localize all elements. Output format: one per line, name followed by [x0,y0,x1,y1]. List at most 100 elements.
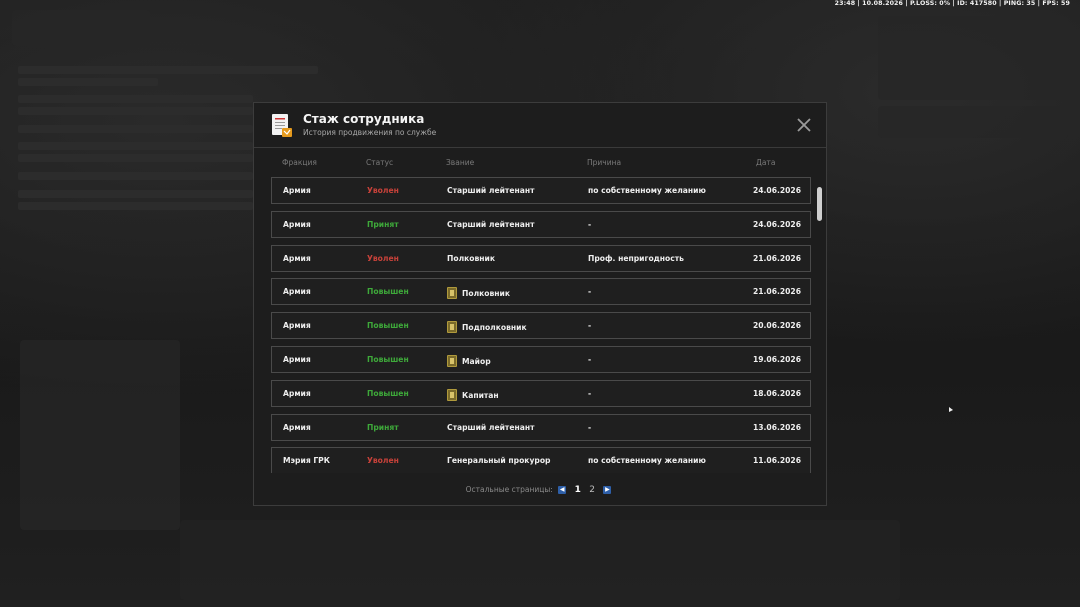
row-date: 13.06.2026 [752,422,801,432]
row-rank: Капитан [447,388,499,401]
row-date: 20.06.2026 [752,321,801,331]
column-header-date: Дата [756,158,776,167]
row-rank-label: Старший лейтенант [447,422,535,432]
row-faction: Армия [283,321,311,331]
row-faction: Армия [283,388,311,398]
table-row[interactable]: Армия Повышен Полковник - 21.06.2026 [271,278,811,306]
row-rank-label: Полковник [462,289,511,299]
column-header-rank: Звание [446,158,475,167]
row-status: Уволен [367,456,399,466]
bg-inventory [20,340,180,530]
table-row[interactable]: Армия Повышен Подполковник - 20.06.2026 [271,312,811,340]
row-rank-label: Генеральный прокурор [447,456,551,466]
modal-header: Стаж сотрудника История продвижения по с… [254,103,826,148]
row-rank: Полковник [447,254,495,263]
row-faction: Армия [283,422,311,432]
bg-chat-line [18,95,253,103]
table-row[interactable]: Армия Принят Старший лейтенант - 24.06.2026 [271,210,811,238]
bg-hud-right [878,16,1068,100]
bg-hud-right-2 [878,106,1068,138]
table-row[interactable]: Армия Повышен Майор - 19.06.2026 [271,346,811,373]
table-row[interactable]: Мэрия ГРК Уволен Генеральный прокурор по со… [271,447,811,473]
document-badge-icon [272,114,292,137]
row-rank-label: Старший лейтенант [447,186,535,195]
row-status: Принят [367,219,399,229]
row-faction: Армия [283,186,311,195]
chevron-right-icon[interactable]: ▶ [603,486,612,494]
row-status: Повышен [367,355,409,364]
row-status: Уволен [367,186,399,195]
row-rank: Старший лейтенант [447,220,535,229]
row-rank: Майор [447,355,491,367]
row-rank: Полковник [447,287,511,300]
column-header-faction: Фракция [282,158,317,167]
modal-subtitle: История продвижения по службе [303,128,437,137]
page-link-2[interactable]: 2 [589,485,595,495]
bg-chat-line [18,78,158,86]
table-row[interactable]: Армия Принят Старший лейтенант - 13.06.2026 [271,413,811,441]
scrollbar-thumb[interactable] [817,187,822,221]
bg-chat-line [18,107,253,115]
row-reason: - [588,388,592,398]
row-rank-label: Майор [462,357,491,366]
bg-bottom-bar [180,520,900,600]
bg-chat-line [18,66,318,74]
row-rank-label: Подполковник [462,323,527,333]
row-reason: - [588,422,592,432]
row-rank-label: Старший лейтенант [447,219,535,229]
row-date: 21.06.2026 [752,287,801,297]
row-rank: Старший лейтенант [447,423,535,432]
row-date: 19.06.2026 [752,355,801,364]
pagination-label: Остальные страницы: [465,485,553,494]
row-status: Уволен [367,253,399,263]
rank-insignia-icon [447,287,457,300]
row-date: 24.06.2026 [752,186,801,195]
row-faction: Армия [283,219,311,229]
row-rank-label: Капитан [462,390,499,400]
employee-tenure-modal: Стаж сотрудника История продвижения по с… [253,102,827,506]
row-reason: - [588,321,592,331]
row-date: 11.06.2026 [752,456,801,466]
row-faction: Армия [283,355,311,364]
page-link-1[interactable]: 1 [575,485,581,495]
row-rank: Старший лейтенант [447,186,535,195]
bg-chat-line [18,142,253,150]
close-icon[interactable] [796,117,812,133]
row-reason: - [588,355,592,364]
rank-insignia-icon [447,388,457,401]
row-faction: Мэрия ГРК [283,456,330,466]
bg-chat-line [18,190,253,198]
bg-chat-line [18,172,253,180]
column-header-status: Статус [366,158,394,167]
row-status: Повышен [367,321,409,331]
row-faction: Армия [283,253,311,263]
row-status: Повышен [367,388,409,398]
hud-status-line: 23:48 | 10.08.2026 | P.LOSS: 0% | ID: 41… [834,0,1070,7]
row-reason: по собственному желанию [588,456,706,466]
rank-insignia-icon [447,355,457,367]
row-rank: Подполковник [447,321,527,334]
bg-chat-line [18,202,253,210]
column-header-reason: Причина [587,158,622,167]
bg-chat-line [18,154,253,162]
row-status: Принят [367,422,399,432]
row-rank-label: Полковник [447,253,496,263]
pagination: Остальные страницы: ◀ 1 2 ▶ [254,485,826,495]
chevron-left-icon[interactable]: ◀ [558,486,567,494]
row-reason: - [588,287,592,297]
row-reason: по собственному желанию [588,186,706,195]
row-reason: Проф. непригодность [588,253,684,263]
table-row[interactable]: Армия Уволен Полковник Проф. непригодность 2… [271,244,811,272]
row-date: 24.06.2026 [752,219,801,229]
modal-title: Стаж сотрудника [303,112,425,126]
bg-chat-line [18,125,253,133]
row-faction: Армия [283,287,311,297]
rank-insignia-icon [447,321,457,334]
history-list[interactable]: Армия Уволен Старший лейтенант по собственн… [271,177,811,473]
bg-hud-left [12,10,150,46]
row-date: 21.06.2026 [752,253,801,263]
table-row[interactable]: Армия Уволен Старший лейтенант по собственн… [271,177,811,204]
row-date: 18.06.2026 [752,388,801,398]
row-rank: Генеральный прокурор [447,456,550,465]
table-row[interactable]: Армия Повышен Капитан - 18.06.2026 [271,379,811,407]
